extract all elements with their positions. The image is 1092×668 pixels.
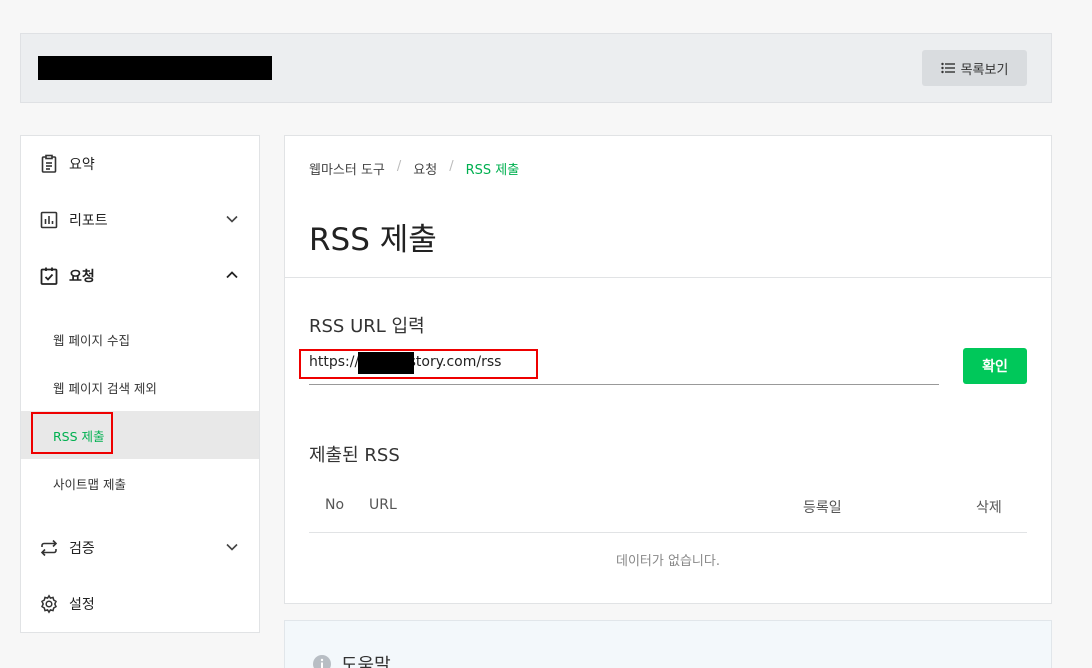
- breadcrumb-current: RSS 제출: [465, 163, 520, 178]
- sidebar-item-label: 설정: [69, 597, 95, 613]
- main-panel: 웹마스터 도구 / 요청 / RSS 제출 RSS 제출 RSS URL 입력 …: [284, 135, 1052, 604]
- rss-url-field[interactable]: [299, 346, 939, 385]
- confirm-button[interactable]: 확인: [963, 348, 1027, 384]
- sidebar-item-settings[interactable]: 설정: [21, 576, 259, 632]
- breadcrumb-separator: /: [449, 159, 454, 174]
- help-panel: 도움말: [284, 620, 1052, 668]
- sidebar-item-label: 검증: [69, 541, 95, 557]
- sidebar-subitem-label: 웹 페이지 수집: [53, 332, 130, 348]
- info-icon: [312, 654, 332, 668]
- breadcrumb: 웹마스터 도구 / 요청 / RSS 제출: [309, 159, 519, 178]
- repeat-icon: [39, 538, 59, 558]
- sidebar-subitem-web-page-exclude[interactable]: 웹 페이지 검색 제외: [21, 363, 259, 411]
- column-header-delete: 삭제: [976, 500, 1002, 516]
- highlight-box: [31, 412, 113, 454]
- sidebar-subitem-sitemap-submit[interactable]: 사이트맵 제출: [21, 459, 259, 507]
- chevron-down-icon: [225, 540, 239, 554]
- sidebar-subitem-label: 웹 페이지 검색 제외: [53, 380, 157, 396]
- list-view-button[interactable]: 목록보기: [922, 50, 1027, 86]
- column-header-url: URL: [369, 497, 397, 513]
- rss-url-section-title: RSS URL 입력: [309, 316, 425, 337]
- sidebar-item-label: 리포트: [69, 213, 108, 229]
- help-label: 도움말: [341, 655, 391, 668]
- sidebar-item-verify[interactable]: 검증: [21, 520, 259, 576]
- clipboard-check-icon: [39, 266, 59, 286]
- breadcrumb-item[interactable]: 요청: [413, 159, 437, 178]
- sidebar: 요약 리포트 요청 웹 페이지 수집 웹 페이지 검색 제외 RSS 제출 사이…: [20, 135, 260, 633]
- clipboard-icon: [39, 154, 59, 174]
- divider: [285, 277, 1051, 278]
- sidebar-subitem-rss-submit[interactable]: RSS 제출: [21, 411, 259, 459]
- page-title: RSS 제출: [309, 222, 437, 258]
- sidebar-item-report[interactable]: 리포트: [21, 192, 259, 248]
- breadcrumb-separator: /: [396, 159, 402, 174]
- chevron-down-icon: [225, 212, 239, 226]
- bar-chart-icon: [39, 210, 59, 230]
- breadcrumb-item[interactable]: 웹마스터 도구: [309, 159, 385, 178]
- gear-icon: [39, 594, 59, 614]
- sidebar-subitem-web-page-collect[interactable]: 웹 페이지 수집: [21, 315, 259, 363]
- sidebar-item-label: 요약: [69, 157, 95, 173]
- sidebar-item-label: 요청: [69, 269, 95, 285]
- column-header-date: 등록일: [803, 500, 842, 516]
- submitted-rss-title: 제출된 RSS: [309, 445, 400, 466]
- sidebar-item-summary[interactable]: 요약: [21, 136, 259, 192]
- highlight-box: [299, 349, 538, 379]
- top-header: 목록보기: [20, 33, 1052, 103]
- table-header: No URL 등록일 삭제: [309, 486, 1027, 533]
- chevron-up-icon: [225, 268, 239, 282]
- column-header-no: No: [325, 497, 345, 513]
- list-icon: [940, 62, 955, 74]
- site-name-redacted: [38, 56, 272, 80]
- sidebar-subitem-label: 사이트맵 제출: [53, 476, 126, 492]
- sidebar-item-request[interactable]: 요청: [21, 248, 259, 304]
- list-view-label: 목록보기: [960, 62, 1009, 78]
- table-empty-message: 데이터가 없습니다.: [616, 554, 720, 569]
